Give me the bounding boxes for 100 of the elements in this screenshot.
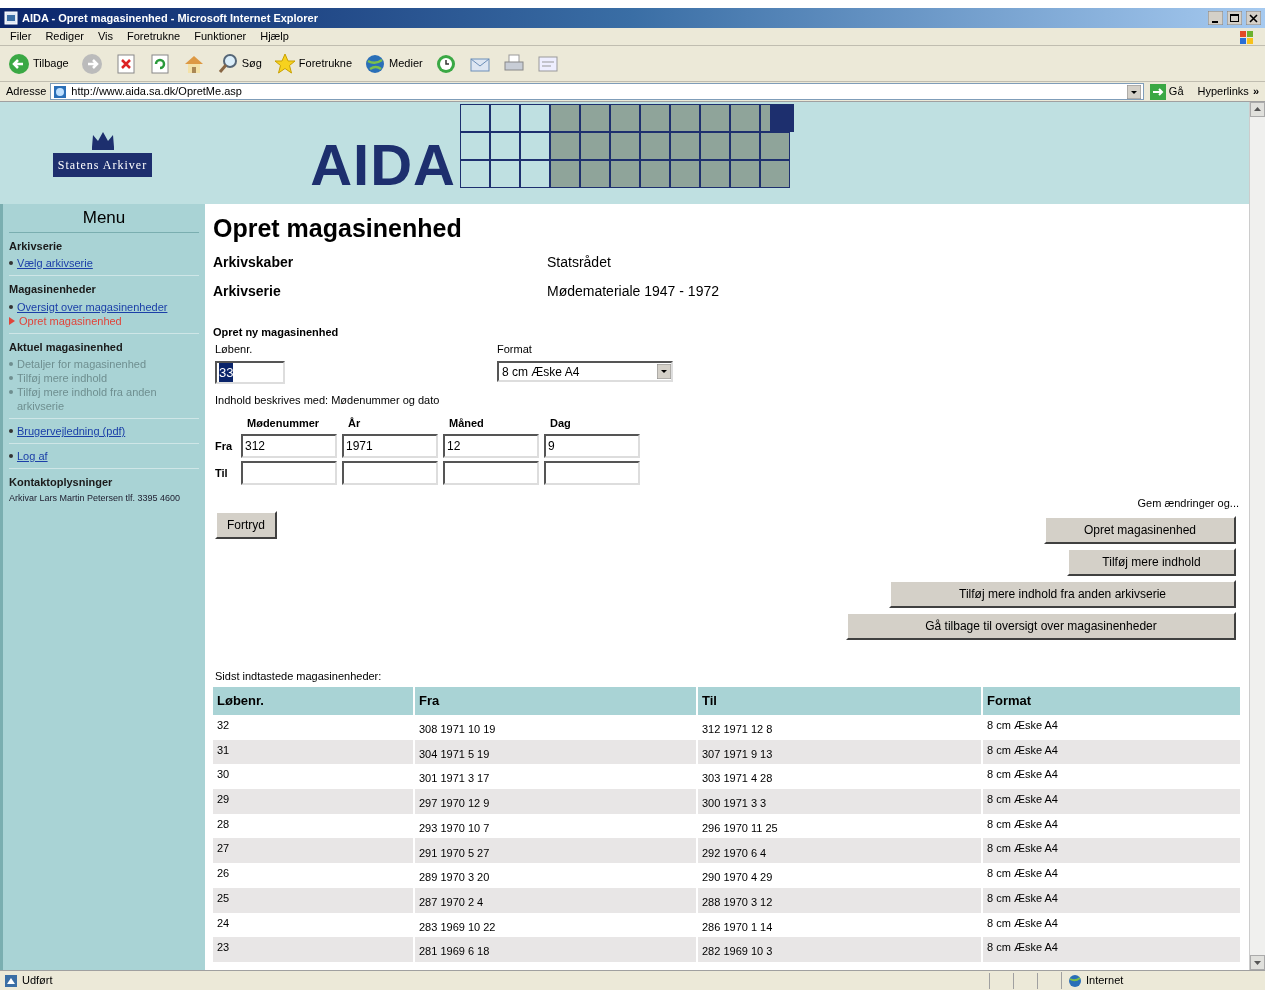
text-input[interactable] (241, 461, 337, 485)
table-cell: 300 1971 3 3 (698, 789, 981, 814)
menu-item[interactable]: Rediger (45, 28, 84, 45)
menu-item[interactable]: Hjælp (260, 28, 289, 45)
format-dropdown[interactable]: 8 cm Æske A4 (497, 361, 673, 382)
table-cell: 31 (213, 739, 413, 765)
menu-text: Detaljer for magasinenhed (17, 357, 147, 371)
table-cell: 25 (213, 887, 413, 913)
field-value: Statsrådet (547, 253, 611, 272)
page-title: Opret magasinenhed (213, 213, 463, 244)
text-input[interactable]: 9 (544, 434, 640, 458)
section-title: Magasinenheder (9, 282, 97, 297)
menu-link[interactable]: Oversigt over magasinenheder (17, 299, 168, 314)
refresh-icon (148, 52, 171, 75)
table-cell: 23 (213, 937, 413, 962)
address-field[interactable]: http://www.aida.sa.dk/OpretMe.asp (50, 83, 1144, 100)
text-input[interactable] (342, 461, 438, 485)
column-header: Format (983, 687, 1240, 715)
table-caption: Sidst indtastede magasinenheder: (214, 668, 383, 684)
maximize-button[interactable] (1227, 11, 1242, 25)
action-button[interactable]: Tilføj mere indhold fra anden arkivserie (889, 579, 1236, 608)
close-button[interactable] (1246, 11, 1261, 25)
menu-link[interactable]: Brugervejledning (pdf) (17, 424, 126, 438)
row-label: Fra (215, 438, 234, 454)
menu-link[interactable]: Log af (17, 449, 48, 463)
table-cell: 291 1970 5 27 (415, 838, 696, 864)
dropdown-arrow-icon[interactable] (1126, 84, 1141, 99)
column-header: Løbenr. (213, 687, 413, 715)
field-label: Arkivserie (213, 282, 282, 301)
vertical-scrollbar[interactable] (1249, 102, 1265, 970)
number-input[interactable]: 33 (215, 361, 285, 384)
table-cell: 281 1969 6 18 (415, 937, 696, 962)
star-icon (273, 52, 296, 75)
bullet-icon (9, 304, 13, 309)
toolbar-button[interactable]: Søg (214, 49, 264, 78)
column-label: Måned (448, 415, 485, 431)
menu-text: Tilføj mere indhold (17, 371, 108, 385)
section-title: Aktuel magasinenhed (9, 339, 124, 355)
sidebar-heading: Menu (9, 204, 199, 233)
bullet-icon (9, 261, 13, 265)
action-button[interactable]: Tilføj mere indhold (1067, 547, 1236, 576)
menu-text: Tilføj mere indhold fra anden arkivserie (17, 385, 158, 413)
menu-item[interactable]: Funktioner (194, 28, 247, 45)
text-input[interactable]: 1971 (342, 434, 438, 458)
text-input[interactable] (544, 461, 640, 485)
go-button[interactable]: Gå (1147, 83, 1186, 100)
action-button[interactable]: Opret magasinenhed (1044, 515, 1236, 544)
table-cell: 304 1971 5 19 (415, 739, 696, 765)
bullet-icon (9, 376, 13, 380)
toolbar-button[interactable]: Tilbage (6, 49, 71, 78)
status-text: Udført (22, 973, 53, 989)
table-cell: 287 1970 2 4 (415, 887, 696, 913)
action-button[interactable]: Gå tilbage til oversigt over magasinenheder (846, 611, 1236, 640)
table-cell: 292 1970 6 4 (698, 838, 981, 864)
column-header: Fra (415, 687, 696, 715)
table-cell: 288 1970 3 12 (698, 887, 981, 913)
more-chevron[interactable]: » (1252, 83, 1259, 100)
links-label[interactable]: Hyperlinks (1197, 83, 1249, 100)
window-title: AIDA - Opret magasinenhed - Microsoft Internet Explorer (22, 10, 319, 26)
table-cell: 27 (213, 838, 413, 864)
zone-text: Internet (1086, 973, 1124, 989)
form-heading: Opret ny magasinenhed (213, 325, 340, 340)
windows-flag-icon (1239, 28, 1255, 45)
bullet-icon (9, 390, 13, 394)
toolbar-button[interactable]: Foretrukne (271, 49, 355, 78)
triangle-icon (9, 316, 15, 325)
table-cell: 29 (213, 789, 413, 814)
contact-text: Arkivar Lars Martin Petersen tlf. 3395 4600 (9, 492, 182, 504)
column-label: År (347, 415, 362, 431)
text-input[interactable] (443, 461, 539, 485)
window-icon (4, 11, 18, 25)
menu-item[interactable]: Filer (10, 28, 32, 45)
field-label: Format (497, 341, 533, 357)
section-title: Kontaktoplysninger (9, 475, 114, 490)
toolbar-button[interactable]: Medier (362, 49, 425, 78)
text-input[interactable]: 312 (241, 434, 337, 458)
field-label: Arkivskaber (213, 253, 295, 272)
address-label: Adresse (6, 84, 47, 100)
scroll-up-icon[interactable] (1250, 102, 1265, 117)
page-icon (53, 84, 68, 99)
page-icon (4, 973, 18, 988)
section-title: Arkivserie (9, 238, 64, 254)
menu-item[interactable]: Vis (97, 28, 113, 45)
column-label: Dag (549, 415, 572, 431)
row-label: Til (215, 465, 229, 481)
menu-item[interactable]: Foretrukne (127, 28, 181, 45)
table-cell: 8 cm Æske A4 (983, 789, 1240, 814)
bullet-icon (9, 429, 13, 433)
description-text: Indhold beskrives med: Mødenummer og dato (214, 393, 441, 408)
minimize-button[interactable] (1208, 11, 1223, 25)
menu-link[interactable]: Vælg arkivserie (17, 256, 93, 270)
table-cell: 8 cm Æske A4 (983, 937, 1240, 962)
scroll-down-icon[interactable] (1250, 955, 1265, 970)
table-cell: 8 cm Æske A4 (983, 887, 1240, 913)
save-heading: Gem ændringer og... (1137, 496, 1239, 511)
bullet-icon (9, 362, 13, 366)
stop-icon (114, 52, 137, 75)
cancel-button[interactable]: Fortryd (215, 511, 277, 539)
globe-icon (1068, 973, 1082, 988)
text-input[interactable]: 12 (443, 434, 539, 458)
